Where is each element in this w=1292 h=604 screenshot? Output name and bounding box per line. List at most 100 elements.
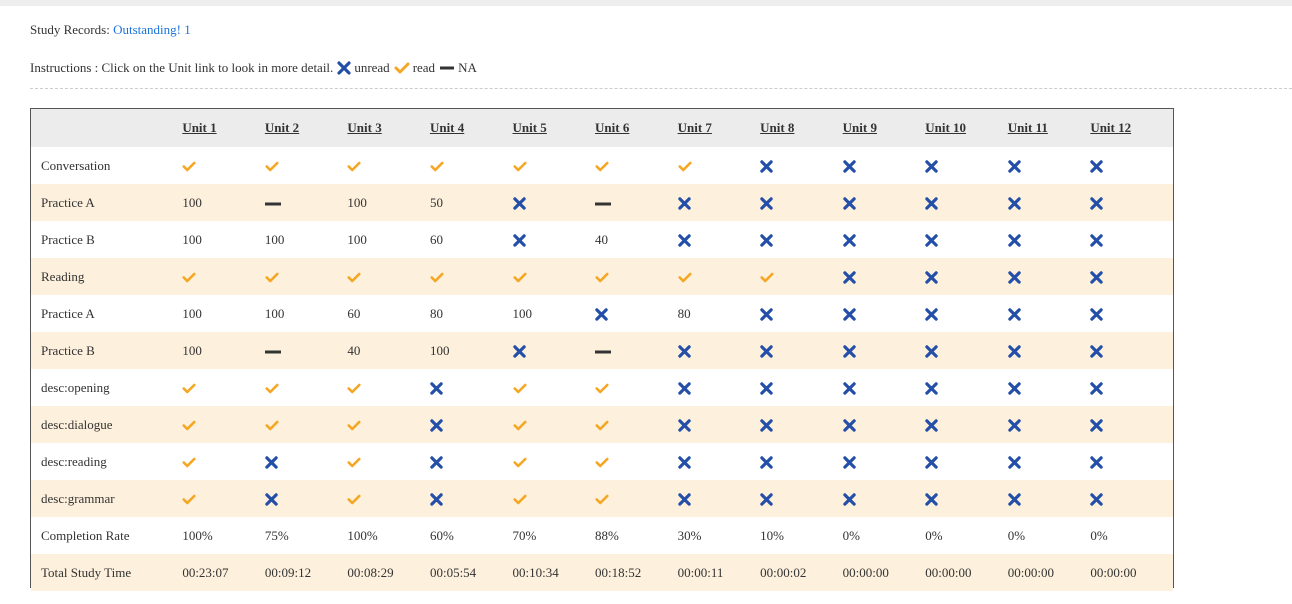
status-cell (265, 258, 348, 295)
status-cell (925, 332, 1008, 369)
value-cell: 30% (677, 527, 702, 543)
cross-icon (1090, 345, 1104, 358)
cross-icon (925, 234, 938, 247)
status-cell (347, 406, 430, 443)
value-cell: 100 (182, 342, 202, 358)
status-cell (1090, 258, 1173, 295)
unit-link[interactable]: Unit 3 (347, 120, 381, 135)
value-cell: 100 (512, 305, 533, 321)
status-cell (347, 443, 430, 480)
check-icon (347, 272, 361, 283)
status-cell (842, 295, 926, 332)
status-cell (925, 184, 1008, 221)
value-cell: 0% (1007, 527, 1026, 543)
unit-link[interactable]: Unit 2 (265, 120, 299, 135)
cross-icon (1008, 197, 1021, 210)
cross-icon (925, 456, 938, 469)
row-label: Completion Rate (41, 527, 130, 543)
cross-icon (430, 456, 443, 469)
status-cell (595, 295, 678, 332)
status-cell (925, 406, 1008, 443)
value-cell: 00:00:00 (925, 564, 972, 580)
status-cell (1008, 480, 1091, 517)
instructions-line: Instructions : Click on the Unit link to… (30, 60, 477, 76)
status-cell (512, 258, 596, 295)
cross-icon (677, 345, 691, 358)
check-icon (512, 272, 527, 283)
status-cell (925, 258, 1008, 295)
cross-icon (1008, 271, 1021, 284)
status-cell (430, 480, 513, 517)
value-cell: 00:08:29 (347, 564, 394, 580)
row-label: Practice B (41, 342, 95, 358)
cross-icon (430, 382, 443, 395)
status-cell (512, 221, 596, 258)
cross-icon (760, 456, 773, 469)
status-cell (760, 147, 843, 184)
cross-icon (1090, 493, 1104, 506)
check-icon (265, 161, 279, 172)
table-row: desc:grammar (31, 480, 1173, 517)
cross-icon (842, 234, 856, 247)
value-cell: 70% (512, 527, 537, 543)
value-cell: 50 (429, 194, 443, 210)
status-cell (677, 406, 761, 443)
status-cell (595, 369, 678, 406)
cross-icon (1090, 456, 1104, 469)
value-cell: 80 (677, 305, 691, 321)
unit-link[interactable]: Unit 9 (843, 120, 877, 135)
value-cell: 100 (429, 342, 450, 358)
status-cell (678, 258, 761, 295)
cross-icon (1090, 234, 1104, 247)
study-records-line: Study Records: Outstanding! 1 (30, 22, 191, 38)
status-cell (760, 443, 843, 480)
status-cell (1008, 221, 1091, 258)
value-cell: 00:23:07 (182, 564, 229, 580)
unit-header-cell: Unit 11 (1008, 109, 1091, 147)
unit-link[interactable]: Unit 11 (1008, 120, 1048, 135)
check-icon (512, 494, 527, 505)
unit-link[interactable]: Unit 1 (182, 120, 216, 135)
unit-link[interactable]: Unit 12 (1090, 120, 1131, 135)
status-cell (512, 443, 596, 480)
status-cell (1090, 443, 1173, 480)
status-cell (595, 443, 678, 480)
value-cell: 0% (1090, 527, 1108, 543)
cross-icon (430, 493, 443, 506)
cross-icon (677, 456, 691, 469)
status-cell (512, 406, 596, 443)
cross-icon (677, 382, 691, 395)
check-icon (512, 161, 527, 172)
cross-icon (677, 493, 691, 506)
unit-link[interactable]: Unit 8 (760, 120, 794, 135)
cross-icon (842, 271, 856, 284)
status-cell (264, 184, 348, 221)
unit-link[interactable]: Unit 5 (513, 120, 547, 135)
unit-link[interactable]: Unit 6 (595, 120, 629, 135)
value-cell: 100 (264, 305, 285, 321)
table-header-row: Unit 1 Unit 2 Unit 3 Unit 4 Unit 5 Unit 6 Unit… (31, 109, 1173, 147)
unit-link[interactable]: Unit 10 (925, 120, 966, 135)
status-cell (677, 369, 761, 406)
table-row: Reading (31, 258, 1173, 295)
check-icon (182, 494, 196, 505)
check-icon (182, 272, 196, 283)
check-icon (512, 383, 527, 394)
value-cell: 100 (347, 231, 367, 247)
status-cell (760, 332, 843, 369)
unit-link[interactable]: Unit 4 (430, 120, 464, 135)
study-records-table: Unit 1 Unit 2 Unit 3 Unit 4 Unit 5 Unit 6 Unit… (30, 108, 1174, 591)
status-cell (347, 369, 430, 406)
status-cell (1008, 184, 1091, 221)
status-cell (842, 369, 926, 406)
unit-link[interactable]: Unit 7 (678, 120, 712, 135)
cross-icon (760, 345, 773, 358)
cross-icon (1008, 493, 1021, 506)
cross-icon (1090, 197, 1104, 210)
value-cell: 00:18:52 (595, 564, 642, 580)
check-icon (430, 161, 444, 172)
check-icon (678, 272, 692, 283)
status-cell (265, 443, 348, 480)
outstanding-link[interactable]: Outstanding! 1 (113, 22, 191, 37)
unit-header-cell: Unit 3 (347, 109, 430, 147)
